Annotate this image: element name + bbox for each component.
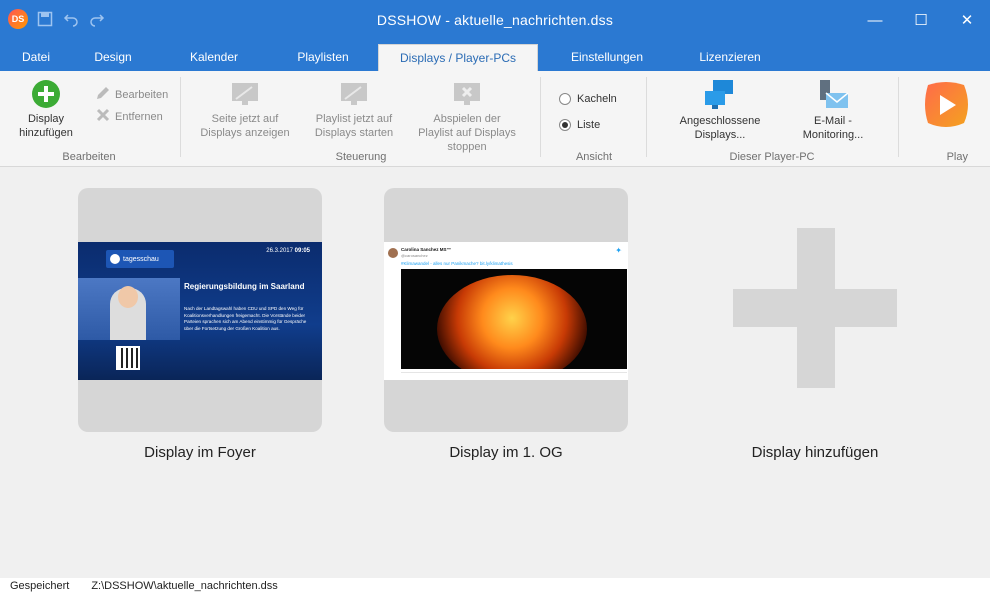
preview-headline: Regierungsbildung im Saarland: [184, 282, 305, 291]
ribbon-separator: [180, 77, 181, 157]
preview-body: Nach der Landtagswahl haben CDU und SPD …: [184, 306, 307, 331]
remove-label: Entfernen: [115, 110, 163, 123]
radio-liste-label: Liste: [577, 119, 601, 131]
preview-news-image: [78, 278, 180, 340]
group-play: Play: [900, 71, 990, 167]
app-window: DS DSSHOW - aktuelle_nachrichten.dss — ☐…: [0, 0, 990, 594]
show-page-button[interactable]: Seite jetzt auf Displays anzeigen: [190, 81, 300, 140]
preview-time: 09:05: [294, 248, 310, 254]
group-label-steuerung: Steuerung: [335, 151, 387, 163]
ribbon-separator: [898, 77, 899, 157]
email-monitoring-button[interactable]: E-Mail - Monitoring...: [788, 79, 878, 142]
add-icon: [31, 79, 61, 109]
group-label-player-pc: Dieser Player-PC: [729, 151, 815, 163]
ribbon: Display hinzufügen Bearbeiten Entfernen …: [0, 71, 990, 167]
remove-x-icon: [95, 107, 111, 126]
tweet-text: #Klimawandel - alles nur Panikmache?: [401, 261, 479, 266]
ribbon-separator: [540, 77, 541, 157]
window-title: DSSHOW - aktuelle_nachrichten.dss: [376, 12, 614, 28]
displays-grid: tagesschau 26.3.2017 09:05 Regierungsbil…: [0, 168, 990, 578]
tab-datei[interactable]: Datei: [8, 44, 64, 71]
tagesschau-brand: tagesschau: [123, 255, 159, 263]
title-bar: DS DSSHOW - aktuelle_nachrichten.dss — ☐…: [0, 0, 990, 44]
add-display-label: Display hinzufügen: [19, 113, 73, 139]
start-playlist-label: Playlist jetzt auf Displays starten: [314, 113, 394, 139]
tab-design[interactable]: Design: [80, 44, 146, 71]
radio-kacheln-label: Kacheln: [577, 93, 617, 105]
add-display-tile[interactable]: [690, 188, 940, 432]
stop-playlist-button[interactable]: Abspielen der Playlist auf Displays stop…: [412, 81, 522, 154]
play-button[interactable]: [916, 77, 976, 137]
display-card-1og[interactable]: Carolina Sanchez MS™ @carosanchez ✦ #Kli…: [384, 188, 628, 432]
twitter-bird-icon: ✦: [615, 246, 622, 255]
radio-kacheln-indicator[interactable]: [559, 93, 571, 105]
radio-liste[interactable]: Liste: [559, 119, 600, 131]
tab-displays-player-pcs[interactable]: Displays / Player-PCs: [378, 44, 538, 71]
radio-liste-indicator[interactable]: [559, 119, 571, 131]
tagesschau-logo-icon: [110, 254, 120, 264]
minimize-button[interactable]: —: [852, 0, 898, 40]
tweet-image-burning-earth: [401, 269, 627, 369]
status-bar: Gespeichert Z:\DSSHOW\aktuelle_nachricht…: [0, 578, 990, 594]
pencil-icon: [95, 85, 111, 104]
tagesschau-badge: tagesschau: [106, 250, 174, 268]
start-playlist-button[interactable]: Playlist jetzt auf Displays starten: [304, 81, 404, 140]
group-bearbeiten: Display hinzufügen Bearbeiten Entfernen …: [0, 71, 178, 167]
connected-displays-icon: [703, 79, 737, 111]
preview-datetime: 26.3.2017 09:05: [266, 248, 310, 254]
maximize-button[interactable]: ☐: [898, 0, 944, 40]
edit-label: Bearbeiten: [115, 88, 169, 101]
display-name-foyer: Display im Foyer: [144, 444, 256, 461]
play-logo-icon: [925, 82, 968, 127]
group-ansicht: Kacheln Liste Ansicht: [542, 71, 646, 167]
display-play-icon: [339, 81, 369, 107]
display-preview-1og: Carolina Sanchez MS™ @carosanchez ✦ #Kli…: [384, 242, 628, 380]
group-label-play: Play: [946, 151, 968, 163]
ribbon-tabs: Datei Design Kalender Playlisten Display…: [0, 44, 990, 71]
tab-einstellungen[interactable]: Einstellungen: [560, 44, 654, 71]
file-path: Z:\DSSHOW\aktuelle_nachrichten.dss: [91, 580, 278, 592]
preview-date: 26.3.2017: [266, 248, 293, 254]
group-label-bearbeiten: Bearbeiten: [62, 151, 116, 163]
tab-kalender[interactable]: Kalender: [174, 44, 254, 71]
display-preview-foyer: tagesschau 26.3.2017 09:05 Regierungsbil…: [78, 242, 322, 380]
radio-kacheln[interactable]: Kacheln: [559, 93, 617, 105]
display-name-1og: Display im 1. OG: [449, 444, 563, 461]
ribbon-separator: [646, 77, 647, 157]
connected-displays-button[interactable]: Angeschlossene Displays...: [672, 79, 768, 142]
tweet-avatar: [388, 248, 398, 258]
display-card-foyer[interactable]: tagesschau 26.3.2017 09:05 Regierungsbil…: [78, 188, 322, 432]
tweet-text-line: #Klimawandel - alles nur Panikmache? bit…: [401, 261, 513, 266]
add-display-button[interactable]: Display hinzufügen: [14, 79, 78, 140]
save-status: Gespeichert: [10, 580, 70, 592]
close-button[interactable]: ✕: [944, 0, 990, 40]
preview-qr-code: [116, 346, 140, 370]
tweet-handle: @carosanchez: [401, 253, 428, 258]
tweet-author: Carolina Sanchez MS™: [401, 247, 452, 252]
group-dieser-player-pc: Angeschlossene Displays... E-Mail - Moni…: [648, 71, 896, 167]
tweet-footer: [401, 372, 627, 374]
tab-playlisten[interactable]: Playlisten: [282, 44, 364, 71]
tweet-link: bit.ly/klimathesis: [479, 261, 513, 266]
window-controls: — ☐ ✕: [852, 0, 990, 40]
group-label-ansicht: Ansicht: [575, 151, 613, 163]
email-monitoring-label: E-Mail - Monitoring...: [802, 115, 864, 141]
tab-lizenzieren[interactable]: Lizenzieren: [686, 44, 774, 71]
connected-displays-label: Angeschlossene Displays...: [679, 115, 761, 141]
group-steuerung: Seite jetzt auf Displays anzeigen Playli…: [182, 71, 540, 167]
display-monitor-icon: [230, 81, 260, 107]
remove-button[interactable]: Entfernen: [95, 107, 163, 126]
add-display-tile-label: Display hinzufügen: [751, 444, 879, 461]
email-monitoring-icon: [816, 79, 850, 111]
display-stop-icon: [452, 81, 482, 107]
show-page-label: Seite jetzt auf Displays anzeigen: [200, 113, 290, 139]
edit-button[interactable]: Bearbeiten: [95, 85, 168, 104]
stop-playlist-label: Abspielen der Playlist auf Displays stop…: [418, 113, 516, 153]
